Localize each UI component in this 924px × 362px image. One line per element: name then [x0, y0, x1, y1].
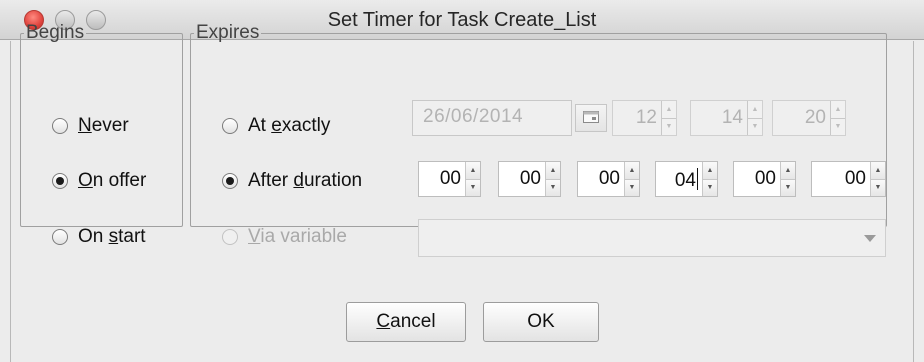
- begins-never-label: Never: [78, 115, 129, 136]
- spinner-up-arrow-icon[interactable]: ▲: [466, 162, 480, 179]
- spinner-down-arrow-icon[interactable]: ▼: [466, 178, 480, 196]
- radio-never[interactable]: [52, 118, 68, 134]
- spinner-down-arrow-icon[interactable]: ▼: [871, 178, 885, 196]
- duration-months-spinner[interactable]: 00 ▲ ▼: [498, 161, 561, 197]
- spinner-down-arrow-icon[interactable]: ▼: [546, 178, 560, 196]
- at-exactly-label: At exactly: [248, 115, 331, 136]
- spinner-down-arrow-icon[interactable]: ▼: [662, 117, 676, 135]
- duration-years-spinner[interactable]: 00 ▲ ▼: [418, 161, 481, 197]
- spinner-up-arrow-icon[interactable]: ▲: [662, 101, 676, 118]
- via-variable-label: Via variable: [248, 226, 347, 247]
- spinner-down-arrow-icon[interactable]: ▼: [703, 178, 717, 196]
- dropdown-arrow-icon: [864, 235, 876, 242]
- spinner-up-arrow-icon[interactable]: ▲: [625, 162, 639, 179]
- spinner-up-arrow-icon[interactable]: ▲: [748, 101, 762, 118]
- duration-hours-spinner[interactable]: 04 ▲ ▼: [655, 161, 718, 197]
- begins-legend: Begins: [26, 22, 85, 43]
- second-spinner[interactable]: 20 ▲ ▼: [772, 100, 846, 136]
- begins-on-start-label: On start: [78, 226, 146, 247]
- variable-select[interactable]: [418, 219, 886, 257]
- hour-spinner[interactable]: 12 ▲ ▼: [612, 100, 677, 136]
- expires-at-exactly-option[interactable]: At exactly: [222, 115, 330, 137]
- expires-via-variable-option[interactable]: Via variable: [222, 226, 347, 248]
- begins-on-offer-option[interactable]: On offer: [52, 170, 146, 192]
- cancel-button[interactable]: Cancel: [346, 302, 466, 342]
- after-duration-label: After duration: [248, 170, 363, 191]
- radio-on-offer[interactable]: [52, 173, 68, 189]
- expires-legend: Expires: [196, 22, 260, 43]
- radio-on-start[interactable]: [52, 229, 68, 245]
- radio-via-variable[interactable]: [222, 229, 238, 245]
- spinner-up-arrow-icon[interactable]: ▲: [831, 101, 845, 118]
- radio-at-exactly[interactable]: [222, 118, 238, 134]
- begins-on-start-option[interactable]: On start: [52, 226, 146, 248]
- spinner-up-arrow-icon[interactable]: ▲: [781, 162, 795, 179]
- minute-spinner[interactable]: 14 ▲ ▼: [690, 100, 763, 136]
- spinner-down-arrow-icon[interactable]: ▼: [831, 117, 845, 135]
- cancel-label: Cancel: [376, 311, 436, 332]
- spinner-up-arrow-icon[interactable]: ▲: [871, 162, 885, 179]
- calendar-icon: [583, 107, 599, 129]
- begins-on-offer-label: On offer: [78, 170, 147, 191]
- text-cursor: [697, 168, 698, 190]
- spinner-down-arrow-icon[interactable]: ▼: [625, 178, 639, 196]
- begins-never-option[interactable]: Never: [52, 115, 129, 137]
- spinner-down-arrow-icon[interactable]: ▼: [748, 117, 762, 135]
- spinner-up-arrow-icon[interactable]: ▲: [546, 162, 560, 179]
- duration-days-spinner[interactable]: 00 ▲ ▼: [577, 161, 640, 197]
- spinner-down-arrow-icon[interactable]: ▼: [781, 178, 795, 196]
- expires-after-duration-option[interactable]: After duration: [222, 170, 362, 192]
- ok-button[interactable]: OK: [483, 302, 599, 342]
- duration-seconds-spinner[interactable]: 00 ▲ ▼: [811, 161, 886, 197]
- spinner-up-arrow-icon[interactable]: ▲: [703, 162, 717, 179]
- duration-minutes-spinner[interactable]: 00 ▲ ▼: [733, 161, 796, 197]
- radio-after-duration[interactable]: [222, 173, 238, 189]
- date-field[interactable]: 26/06/2014: [412, 100, 572, 136]
- calendar-button[interactable]: [575, 104, 607, 132]
